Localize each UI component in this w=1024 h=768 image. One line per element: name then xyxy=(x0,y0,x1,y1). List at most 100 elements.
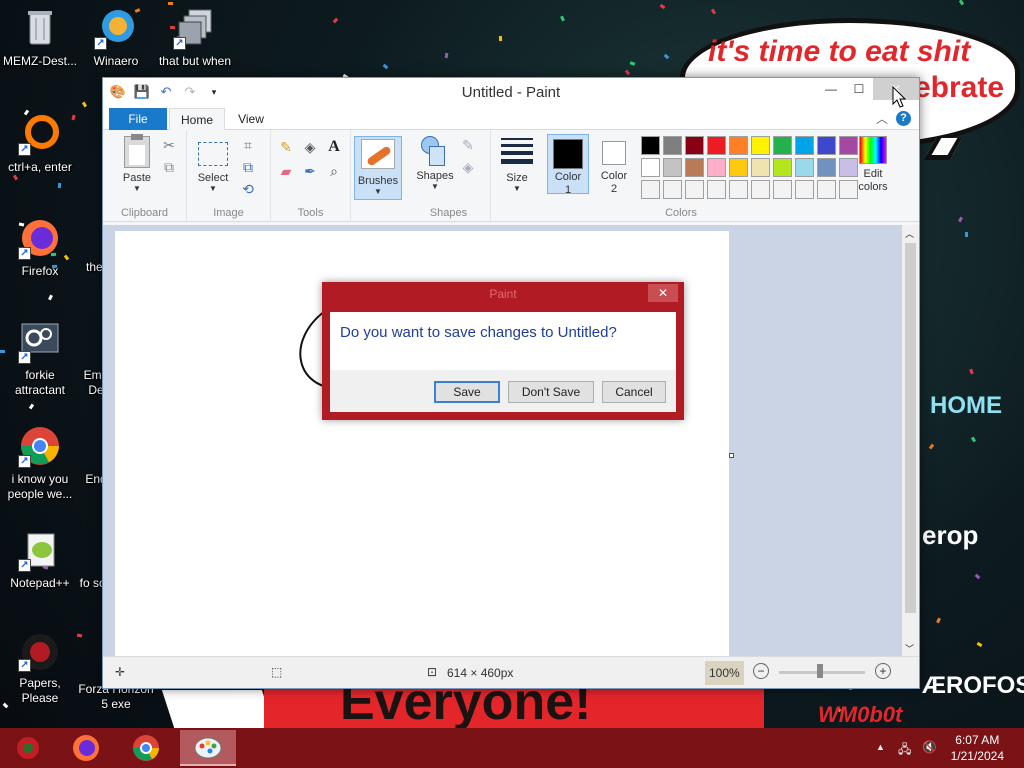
vertical-scrollbar[interactable]: ︿ ﹀ xyxy=(902,225,919,657)
selection-size-icon: ⬚ xyxy=(271,665,283,679)
mouse-cursor-icon xyxy=(892,85,907,111)
line-size-icon xyxy=(501,138,533,164)
outline-icon[interactable]: ✎ xyxy=(459,136,477,154)
save-button[interactable]: Save xyxy=(434,381,500,403)
desktop-icon-notepadpp[interactable]: ↗ Notepad++ xyxy=(0,528,80,591)
brushes-label: Brushes xyxy=(357,175,399,187)
taskbar-firefox[interactable] xyxy=(58,730,114,766)
color-swatch[interactable] xyxy=(685,180,704,199)
color-swatch[interactable] xyxy=(707,180,726,199)
color-swatch[interactable] xyxy=(663,136,682,155)
desktop-icon-winaero[interactable]: ↗ Winaero xyxy=(76,6,156,69)
show-hidden-icons[interactable]: ▲ xyxy=(876,742,885,752)
taskbar-chrome[interactable] xyxy=(118,730,174,766)
desktop-icon-memz[interactable]: MEMZ-Dest... xyxy=(0,6,80,69)
desktop-icon-firefox[interactable]: ↗ Firefox xyxy=(0,216,80,279)
color-swatch[interactable] xyxy=(795,158,814,177)
rotate-icon[interactable]: ⟲ xyxy=(239,180,257,198)
desktop-icon-papers-please[interactable]: ↗ Papers, Please xyxy=(0,628,80,706)
desktop-icon-label: i know you people we... xyxy=(7,472,73,501)
color-swatch[interactable] xyxy=(817,180,836,199)
volume-muted-icon[interactable]: 🔇 xyxy=(922,740,937,754)
clock[interactable]: 6:07 AM 1/21/2024 xyxy=(951,732,1004,764)
color-swatch[interactable] xyxy=(685,136,704,155)
desktop-icon-ctrl-a-enter[interactable]: ↗ ctrl+a, enter xyxy=(0,112,80,175)
tab-home[interactable]: Home xyxy=(169,108,225,130)
edit-colors-button[interactable]: Edit colors xyxy=(851,134,895,194)
color-swatch[interactable] xyxy=(641,136,660,155)
pencil-icon[interactable]: ✎ xyxy=(277,138,295,156)
copy-icon[interactable]: ⧉ xyxy=(160,158,178,176)
taskbar-paint[interactable] xyxy=(180,730,236,766)
window-title: Untitled - Paint xyxy=(461,84,561,101)
color-swatch[interactable] xyxy=(817,136,836,155)
color-swatch[interactable] xyxy=(663,180,682,199)
color-swatch[interactable] xyxy=(707,158,726,177)
maximize-button[interactable]: ☐ xyxy=(845,78,873,100)
color-swatch[interactable] xyxy=(817,158,836,177)
tab-view[interactable]: View xyxy=(227,108,275,130)
zoom-out-icon[interactable]: − xyxy=(753,663,769,679)
network-icon[interactable]: 🖧 xyxy=(898,740,911,761)
color-swatch[interactable] xyxy=(641,180,660,199)
color-swatch[interactable] xyxy=(795,180,814,199)
color-swatch[interactable] xyxy=(663,158,682,177)
desktop-icon-i-know-you[interactable]: ↗ i know you people we... xyxy=(0,424,80,502)
color-picker-icon[interactable]: ✒ xyxy=(301,162,319,180)
color-swatch[interactable] xyxy=(729,180,748,199)
dialog-close-button[interactable]: ✕ xyxy=(648,284,678,302)
desktop-icon-label: Notepad++ xyxy=(10,576,70,590)
zoom-slider-thumb[interactable] xyxy=(817,664,823,678)
eraser-icon[interactable]: ▰ xyxy=(277,162,295,180)
color-swatch[interactable] xyxy=(751,136,770,155)
size-button[interactable]: Size ▼ xyxy=(497,138,537,193)
color1-button[interactable]: Color 1 xyxy=(547,134,589,196)
help-icon[interactable]: ? xyxy=(896,111,911,126)
desktop-icon-that-but-when[interactable]: ↗ that but when xyxy=(154,6,236,69)
stacked-windows-icon: ↗ xyxy=(173,6,217,50)
crop-icon[interactable]: ⌗ xyxy=(239,136,257,154)
color-swatch[interactable] xyxy=(773,180,792,199)
zoom-in-icon[interactable]: + xyxy=(875,663,891,679)
color-swatch[interactable] xyxy=(729,158,748,177)
shape-fill-icon[interactable]: ◈ xyxy=(459,158,477,176)
select-button[interactable]: Select ▼ xyxy=(193,136,233,193)
scroll-up-icon[interactable]: ︿ xyxy=(905,227,914,240)
status-bar: ✛ ⬚ ⊡ 614 × 460px 100% − + xyxy=(103,656,919,688)
color-swatch[interactable] xyxy=(685,158,704,177)
color-swatch[interactable] xyxy=(707,136,726,155)
brushes-button[interactable]: Brushes ▼ xyxy=(354,136,402,200)
magnifier-icon[interactable]: ⌕ xyxy=(325,162,343,180)
start-button[interactable] xyxy=(0,730,56,766)
background-word-wmobot: WM0b0t xyxy=(818,702,903,727)
shapes-button[interactable]: Shapes ▼ xyxy=(413,136,457,191)
fill-icon[interactable]: ◈ xyxy=(301,138,319,156)
confetti-piece xyxy=(710,8,717,15)
color-swatch[interactable] xyxy=(751,180,770,199)
paste-button[interactable]: Paste ▼ xyxy=(117,134,157,193)
scroll-thumb[interactable] xyxy=(905,243,916,613)
canvas-resize-handle[interactable] xyxy=(729,453,734,458)
color2-button[interactable]: Color 2 xyxy=(593,134,635,195)
brush-icon xyxy=(361,139,395,169)
color-swatch[interactable] xyxy=(641,158,660,177)
color-swatch[interactable] xyxy=(729,136,748,155)
minimize-button[interactable]: — xyxy=(817,78,845,100)
cut-icon[interactable]: ✂ xyxy=(160,136,178,154)
dont-save-button[interactable]: Don't Save xyxy=(508,381,594,403)
color-swatch[interactable] xyxy=(751,158,770,177)
scroll-down-icon[interactable]: ﹀ xyxy=(905,642,914,655)
size-label: Size xyxy=(506,172,528,184)
text-icon[interactable]: A xyxy=(325,138,343,156)
cancel-button[interactable]: Cancel xyxy=(602,381,666,403)
tab-file[interactable]: File xyxy=(109,108,167,130)
color-swatch[interactable] xyxy=(773,136,792,155)
color-swatch[interactable] xyxy=(773,158,792,177)
color-swatch[interactable] xyxy=(795,136,814,155)
desktop-icon-forkie[interactable]: ↗ forkie attractant xyxy=(0,320,80,398)
background-word-erop: erop xyxy=(922,520,979,550)
confetti-piece xyxy=(659,3,666,10)
resize-icon[interactable]: ⧉ xyxy=(239,158,257,176)
collapse-ribbon-icon[interactable]: ︿ xyxy=(876,110,888,127)
dialog-footer: Save Don't Save Cancel xyxy=(330,370,676,412)
